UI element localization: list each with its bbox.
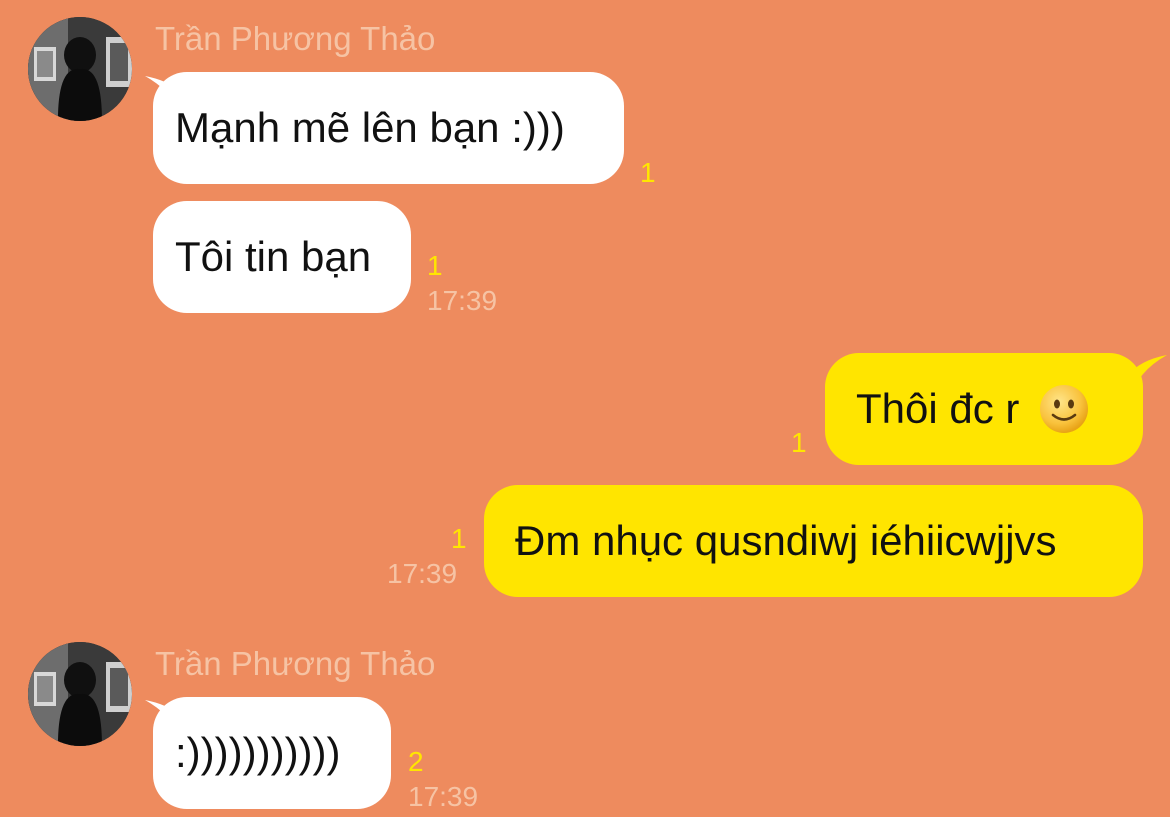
unread-count: 1	[427, 250, 443, 281]
profile-photo-icon	[28, 642, 132, 746]
sender-name: Trần Phương Thảo	[155, 645, 436, 682]
sender-avatar[interactable]	[28, 17, 132, 121]
message-text: Mạnh mẽ lên bạn :)))	[175, 104, 565, 151]
message-time: 17:39	[387, 558, 458, 589]
message-bubble[interactable]: Mạnh mẽ lên bạn :)))	[153, 72, 624, 184]
unread-count: 1	[640, 157, 656, 188]
message-bubble[interactable]: Tôi tin bạn	[153, 201, 411, 313]
message-time: 17:39	[408, 781, 479, 812]
message-text: Thôi đc r	[856, 385, 1020, 432]
message-bubble[interactable]: Đm nhục qusndiwj iéhiicwjjvs	[484, 485, 1143, 597]
unread-count: 1	[451, 523, 467, 554]
unread-count: 1	[791, 427, 807, 458]
message-time: 17:39	[427, 285, 498, 316]
message-text: Tôi tin bạn	[175, 233, 372, 280]
message-bubble[interactable]: Thôi đc r	[825, 353, 1143, 465]
message-text: Đm nhục qusndiwj iéhiicwjjvs	[515, 517, 1057, 564]
message-bubble[interactable]: :)))))))))))	[153, 697, 391, 809]
unread-count: 2	[408, 746, 424, 777]
slightly-smiling-face-icon	[1039, 384, 1089, 434]
sender-name: Trần Phương Thảo	[155, 20, 436, 57]
profile-photo-icon	[28, 17, 132, 121]
message-text: :)))))))))))	[175, 729, 341, 776]
sender-avatar[interactable]	[28, 642, 132, 746]
